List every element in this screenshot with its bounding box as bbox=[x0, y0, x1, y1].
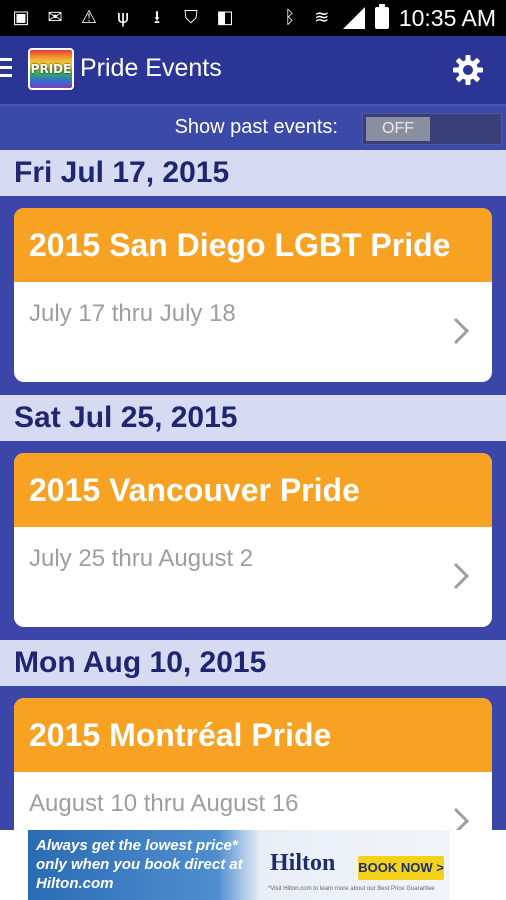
show-past-events-toggle[interactable]: OFF bbox=[362, 113, 502, 145]
chevron-right-icon bbox=[453, 562, 470, 590]
status-bar: ▣ ✉ ⚠ ψ ⭳ ⛉ ◧ ᛒ ≋ 10:35 AM bbox=[0, 0, 506, 36]
flipboard-icon: ◧ bbox=[216, 7, 234, 28]
event-dates: July 25 thru August 2 bbox=[29, 545, 254, 572]
ad-brand: Hilton bbox=[270, 850, 336, 876]
event-dates: July 17 thru July 18 bbox=[29, 300, 236, 327]
photo-icon: ▣ bbox=[12, 7, 30, 28]
event-list[interactable]: Fri Jul 17, 2015 2015 San Diego LGBT Pri… bbox=[0, 150, 506, 830]
shield-icon: ⛉ bbox=[184, 7, 198, 28]
event-dates: August 10 thru August 16 bbox=[29, 790, 299, 817]
toggle-state: OFF bbox=[366, 117, 430, 141]
mail-icon: ✉ bbox=[47, 7, 63, 28]
event-title: 2015 San Diego LGBT Pride bbox=[14, 208, 492, 282]
logo-text: PRIDE bbox=[30, 62, 72, 76]
date-header: Fri Jul 17, 2015 bbox=[0, 150, 506, 196]
gear-icon[interactable] bbox=[452, 54, 484, 86]
event-card[interactable]: 2015 San Diego LGBT Pride July 17 thru J… bbox=[14, 208, 492, 382]
wifi-icon: ≋ bbox=[314, 7, 330, 28]
warning-icon: ⚠ bbox=[80, 7, 98, 28]
date-header: Mon Aug 10, 2015 bbox=[0, 640, 506, 686]
chevron-right-icon bbox=[453, 317, 470, 345]
ad-area: Always get the lowest price* only when y… bbox=[0, 830, 506, 900]
menu-icon[interactable] bbox=[0, 58, 12, 80]
ad-banner[interactable]: Always get the lowest price* only when y… bbox=[28, 830, 450, 900]
bluetooth-icon: ᛒ bbox=[284, 7, 296, 28]
app-logo[interactable]: PRIDE bbox=[28, 48, 74, 90]
app-bar: PRIDE Pride Events bbox=[0, 36, 506, 104]
list-item: 2015 Montréal Pride August 10 thru Augus… bbox=[0, 686, 506, 830]
event-title: 2015 Montréal Pride bbox=[14, 698, 492, 772]
system-status: ᛒ ≋ 10:35 AM bbox=[279, 4, 496, 32]
chevron-right-icon bbox=[453, 807, 470, 830]
list-item: 2015 Vancouver Pride July 25 thru August… bbox=[0, 441, 506, 640]
battery-icon bbox=[374, 4, 389, 29]
page-title: Pride Events bbox=[80, 54, 222, 82]
event-card[interactable]: 2015 Montréal Pride August 10 thru Augus… bbox=[14, 698, 492, 830]
usb-icon: ψ bbox=[117, 7, 129, 28]
event-title: 2015 Vancouver Pride bbox=[14, 453, 492, 527]
ad-fine-print: *Visit Hilton.com to learn more about ou… bbox=[268, 886, 435, 892]
signal-icon bbox=[342, 7, 365, 29]
show-past-events-label: Show past events: bbox=[174, 116, 338, 138]
list-item: 2015 San Diego LGBT Pride July 17 thru J… bbox=[0, 196, 506, 395]
event-card[interactable]: 2015 Vancouver Pride July 25 thru August… bbox=[14, 453, 492, 627]
notification-icons: ▣ ✉ ⚠ ψ ⭳ ⛉ ◧ bbox=[10, 6, 236, 30]
ad-text: Always get the lowest price* only when y… bbox=[36, 837, 243, 892]
filter-row: Show past events: OFF bbox=[0, 104, 506, 150]
date-header: Sat Jul 25, 2015 bbox=[0, 395, 506, 441]
download-icon: ⭳ bbox=[153, 7, 161, 28]
clock: 10:35 AM bbox=[398, 4, 496, 31]
book-now-button[interactable]: BOOK NOW > bbox=[358, 856, 444, 880]
